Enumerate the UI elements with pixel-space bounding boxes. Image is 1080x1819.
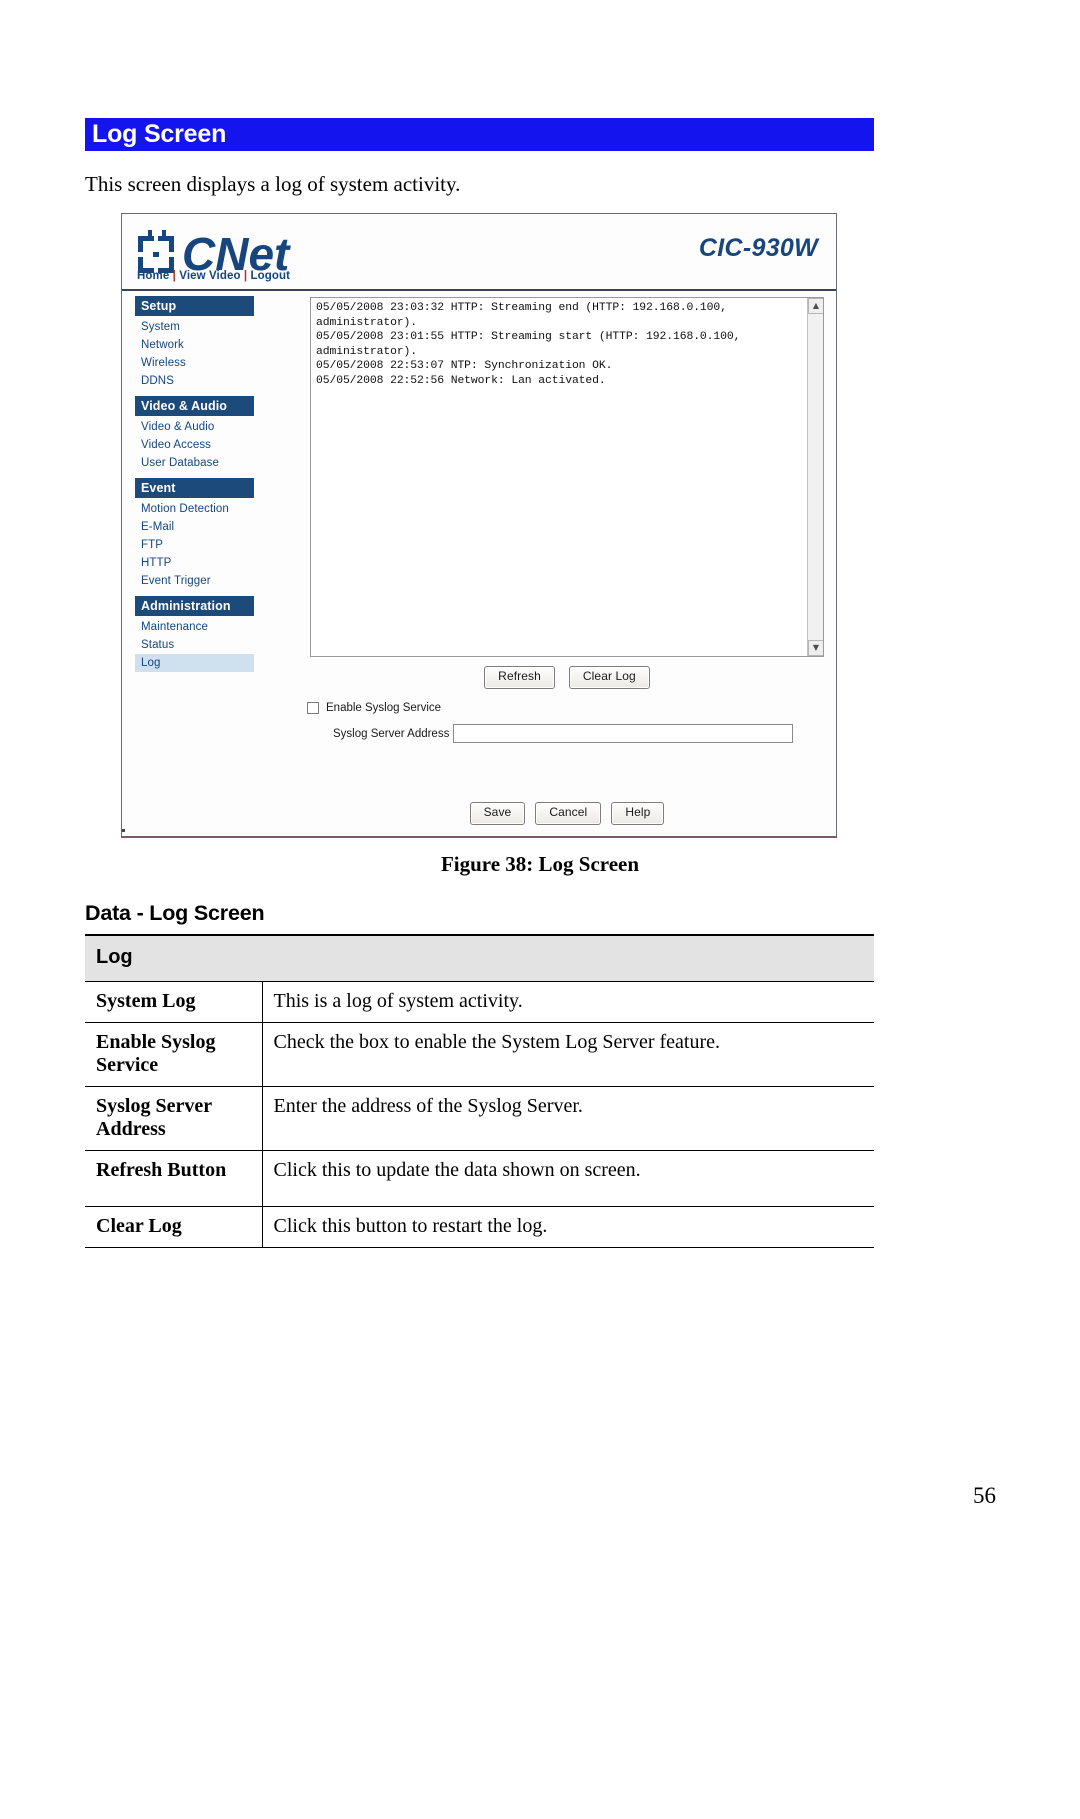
table-row: Clear Log Click this button to restart th…	[85, 1206, 874, 1248]
sidebar-item-network[interactable]: Network	[135, 336, 254, 354]
sidebar-item-http[interactable]: HTTP	[135, 554, 254, 572]
nav-separator-1: |	[172, 270, 176, 282]
data-row-description: Check the box to enable the System Log S…	[262, 1022, 874, 1087]
system-log-textarea[interactable]: 05/05/2008 23:03:32 HTTP: Streaming end …	[310, 297, 824, 657]
data-row-description: This is a log of system activity.	[262, 981, 874, 1023]
syslog-address-input[interactable]	[453, 724, 794, 743]
data-row-description: Click this button to restart the log.	[262, 1206, 874, 1248]
sidebar-item-video-audio[interactable]: Video & Audio	[135, 418, 254, 436]
nav-separator-2: |	[243, 270, 248, 282]
page-title: Log Screen	[92, 120, 227, 148]
sidebar-item-ftp[interactable]: FTP	[135, 536, 254, 554]
figure-underline	[121, 836, 837, 838]
model-name: CIC-930W	[698, 234, 818, 262]
sidebar-item-system[interactable]: System	[135, 318, 254, 336]
log-button-row: Refresh Clear Log	[310, 666, 824, 689]
clear-log-button[interactable]: Clear Log	[568, 666, 650, 689]
sidebar-item-maintenance[interactable]: Maintenance	[135, 618, 254, 636]
sidebar-group-administration: Administration	[135, 596, 254, 616]
nav-home[interactable]: Home	[137, 270, 169, 282]
data-row-label: Clear Log	[85, 1206, 263, 1248]
enable-syslog-label: Enable Syslog Service	[326, 702, 442, 714]
page-number: 56	[973, 1483, 996, 1508]
syslog-address-row: Syslog Server Address	[333, 724, 794, 743]
scroll-down-icon[interactable]: ▼	[808, 640, 823, 656]
data-row-label: System Log	[85, 981, 263, 1023]
table-row: System Log This is a log of system activi…	[85, 981, 874, 1023]
device-sidebar[interactable]: Setup System Network Wireless DDNS Video & Au…	[135, 296, 255, 672]
figure-dot	[122, 829, 125, 832]
refresh-button[interactable]: Refresh	[484, 666, 555, 689]
data-table-header-cell: Log	[85, 934, 874, 982]
data-section-heading: Data - Log Screen	[85, 901, 265, 925]
log-text-content: 05/05/2008 23:03:32 HTTP: Streaming end …	[316, 302, 741, 387]
data-table-body: Log System Log This is a log of system act…	[85, 934, 874, 1248]
help-button[interactable]: Help	[611, 802, 665, 825]
sidebar-item-video-access[interactable]: Video Access	[135, 436, 254, 454]
intro-paragraph: This screen displays a log of system act…	[85, 172, 461, 196]
data-row-label: Syslog Server Address	[85, 1086, 263, 1151]
log-scrollbar[interactable]: ▲ ▼	[807, 298, 823, 656]
sidebar-item-ddns[interactable]: DDNS	[135, 372, 254, 390]
table-row: Syslog Server Address Enter the address o…	[85, 1086, 874, 1151]
table-row: Refresh Button Click this to update the d…	[85, 1150, 874, 1207]
data-row-label: Enable Syslog Service	[85, 1022, 263, 1087]
sidebar-item-e-mail[interactable]: E-Mail	[135, 518, 254, 536]
sidebar-group-video-audio: Video & Audio	[135, 396, 254, 416]
nav-view-video[interactable]: View Video	[179, 270, 240, 282]
manual-page: Log Screen This screen displays a log of…	[0, 0, 1080, 1819]
sidebar-group-event: Event	[135, 478, 254, 498]
data-table: Log System Log This is a log of system act…	[85, 934, 874, 1248]
device-screenshot: CNet Home | View Video | Logout CIC-930W…	[121, 213, 837, 838]
sidebar-item-event-trigger[interactable]: Event Trigger	[135, 572, 254, 590]
sidebar-item-log[interactable]: Log	[135, 654, 254, 672]
header-divider	[122, 289, 836, 291]
syslog-address-label: Syslog Server Address	[333, 727, 450, 740]
sidebar-item-user-database[interactable]: User Database	[135, 454, 254, 472]
sidebar-item-status[interactable]: Status	[135, 636, 254, 654]
table-row: Enable Syslog Service Check the box to en…	[85, 1022, 874, 1087]
enable-syslog-checkbox[interactable]	[307, 702, 319, 714]
data-row-description: Enter the address of the Syslog Server.	[262, 1086, 874, 1151]
sidebar-item-motion-detection[interactable]: Motion Detection	[135, 500, 254, 518]
cancel-button[interactable]: Cancel	[535, 802, 602, 825]
data-row-description: Click this to update the data shown on s…	[262, 1150, 874, 1207]
form-button-row: Save Cancel Help	[310, 802, 824, 825]
data-row-label: Refresh Button	[85, 1150, 263, 1207]
section-banner: Log Screen	[85, 118, 874, 151]
sidebar-group-setup: Setup	[135, 296, 254, 316]
data-table-header-row: Log	[85, 934, 874, 982]
scroll-up-icon[interactable]: ▲	[808, 298, 823, 314]
device-nav[interactable]: Home | View Video | Logout	[137, 270, 290, 282]
save-button[interactable]: Save	[469, 802, 526, 825]
sidebar-item-wireless[interactable]: Wireless	[135, 354, 254, 372]
nav-logout[interactable]: Logout	[251, 270, 291, 282]
figure-caption: Figure 38: Log Screen	[440, 852, 640, 876]
enable-syslog-row[interactable]: Enable Syslog Service	[307, 702, 441, 714]
